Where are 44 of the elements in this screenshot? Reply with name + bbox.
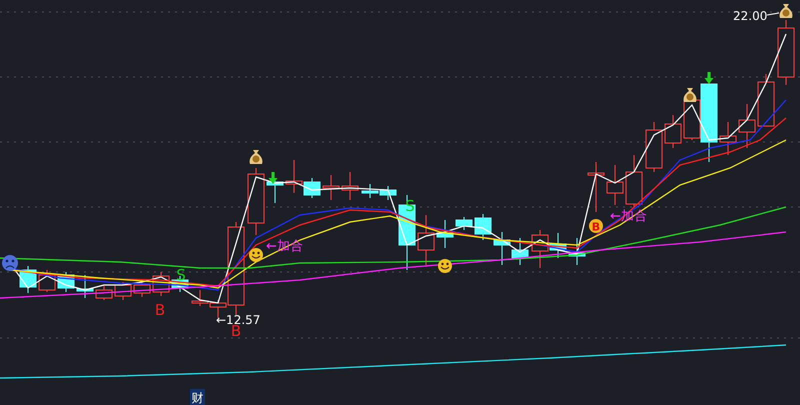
candlestick bbox=[380, 186, 396, 200]
candlestick bbox=[322, 174, 340, 200]
candlestick bbox=[474, 214, 492, 240]
candlestick bbox=[778, 20, 794, 86]
buy-badge: B bbox=[589, 219, 603, 234]
sad-face-icon bbox=[2, 255, 18, 271]
candlestick bbox=[720, 122, 736, 156]
candlestick bbox=[38, 270, 56, 292]
money-bag-icon bbox=[684, 88, 696, 102]
candlestick bbox=[20, 266, 36, 294]
candlestick bbox=[76, 274, 94, 298]
candlestick bbox=[152, 272, 170, 296]
candlestick bbox=[192, 290, 208, 306]
candlestick bbox=[342, 172, 358, 200]
candlestick bbox=[568, 238, 586, 266]
candlestick bbox=[362, 184, 378, 198]
smiley-icon bbox=[249, 248, 263, 262]
candlestick bbox=[456, 216, 472, 230]
candlestick bbox=[134, 280, 150, 298]
down-arrow-icon bbox=[704, 72, 714, 84]
buy-signal: B bbox=[154, 301, 166, 319]
leader-line bbox=[766, 12, 780, 16]
sell-signal: S bbox=[176, 266, 186, 284]
smiley-icon bbox=[438, 259, 452, 273]
candlestick bbox=[436, 220, 454, 248]
candlestick bbox=[626, 154, 642, 208]
candlestick bbox=[758, 74, 774, 126]
candlestick bbox=[114, 282, 132, 300]
money-bag-icon bbox=[780, 4, 792, 18]
candlestick bbox=[606, 164, 624, 206]
candlestick bbox=[96, 286, 112, 300]
candlestick bbox=[738, 104, 756, 148]
candlestick bbox=[418, 214, 434, 266]
candlestick bbox=[494, 232, 510, 266]
candlestick bbox=[664, 114, 682, 148]
candlestick bbox=[58, 272, 74, 292]
price-high-label: 22.00 bbox=[733, 9, 768, 23]
candlestick bbox=[248, 168, 264, 236]
candlestick bbox=[512, 238, 528, 266]
money-bag-icon bbox=[250, 150, 262, 164]
finance-tag: 财 bbox=[190, 389, 205, 405]
candlestick bbox=[646, 122, 662, 172]
down-arrow-icon bbox=[268, 172, 278, 184]
candlestick bbox=[588, 162, 604, 212]
